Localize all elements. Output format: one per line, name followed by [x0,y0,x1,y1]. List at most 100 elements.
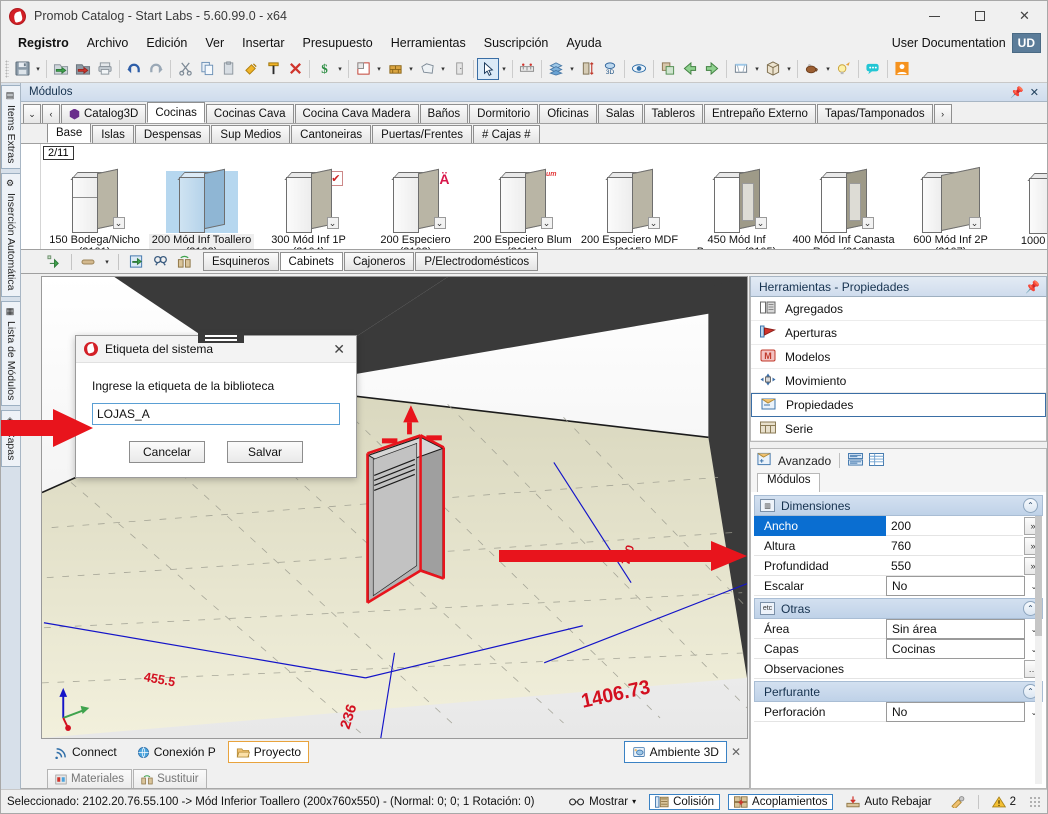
light-icon[interactable] [833,58,855,80]
expand-marker-icon[interactable]: ⌄ [754,217,767,229]
property-row-escalar[interactable]: Escalar No ⌄ [754,576,1043,596]
copy-icon[interactable] [196,58,218,80]
module-thumbnail[interactable]: ⌄ 450 Mód Inf Basurero (2105) [683,149,790,249]
undo-icon[interactable] [123,58,145,80]
delete-icon[interactable] [284,58,306,80]
menu-item-ver[interactable]: Ver [196,33,233,53]
duplicate-icon[interactable] [657,58,679,80]
color-swatch-icon[interactable] [78,252,100,272]
property-row-profundidad[interactable]: Profundidad 550 » [754,556,1043,576]
perspective-icon[interactable] [730,58,752,80]
property-value[interactable]: Cocinas [886,639,1025,659]
tool-item-propiedades[interactable]: Propiedades [751,393,1046,417]
print-icon[interactable] [94,58,116,80]
replace-icon[interactable] [173,252,195,272]
property-value[interactable]: 200 [886,516,1023,536]
user-badge[interactable]: UD [1011,33,1041,53]
tab-cocina-cava-madera[interactable]: Cocina Cava Madera [294,104,419,123]
export-icon[interactable] [125,252,147,272]
tab-entrepano-externo[interactable]: Entrepaño Externo [703,104,816,123]
property-value[interactable]: No [886,576,1025,596]
tool-item-aperturas[interactable]: Aperturas [751,321,1046,345]
height-icon[interactable] [577,58,599,80]
save-icon[interactable] [11,58,33,80]
next-icon[interactable] [701,58,723,80]
pointer-caret-icon[interactable]: ▾ [499,65,509,73]
module-thumbnail[interactable]: ⌄ 150 Bodega/Nicho (2101) [41,149,148,249]
property-row-altura[interactable]: Altura 760 » [754,536,1043,556]
property-row-observaciones[interactable]: Observaciones … [754,659,1043,679]
module-thumbnail[interactable]: blum ⌄ 200 Especiero Blum (2114) [469,149,576,249]
subtab-islas[interactable]: Islas [92,125,134,143]
tab-cabinets[interactable]: Cabinets [279,252,343,271]
tab-ambiente-3d[interactable]: Ambiente 3D [623,741,727,763]
user-documentation[interactable]: User Documentation UD [892,33,1047,53]
couplings-button[interactable]: Acoplamientos [728,793,834,810]
paste-icon[interactable] [218,58,240,80]
property-value[interactable] [886,659,1023,679]
save-caret-icon[interactable]: ▾ [33,65,43,73]
collapse-icon[interactable]: ⌃ [1023,498,1038,513]
close-icon[interactable]: ✕ [1030,86,1039,99]
tool-item-movimiento[interactable]: Movimiento [751,369,1046,393]
box-icon[interactable] [762,58,784,80]
tab-banos[interactable]: Baños [419,104,469,123]
expand-marker-icon[interactable]: ⌄ [433,217,446,229]
open-green-icon[interactable] [50,58,72,80]
chevron-down-icon[interactable]: ▾ [632,797,636,806]
module-thumbnail[interactable]: 1000 Mód (211 [1004,149,1047,247]
subtab-cantoneiras[interactable]: Cantoneiras [291,125,372,143]
scrollbar-thumb[interactable] [1035,516,1042,636]
subtab-despensas[interactable]: Despensas [134,125,211,143]
expand-marker-icon[interactable]: ⌄ [112,217,125,229]
show-button[interactable]: Mostrar ▾ [564,795,641,809]
tabs-dropdown-button[interactable]: ⌄ [23,104,41,123]
tool-item-agregados[interactable]: Agregados [751,297,1046,321]
view3d-icon[interactable]: 3D [599,58,621,80]
prev-icon[interactable] [679,58,701,80]
module-thumbnail[interactable]: Ä ⌄ 200 Especiero (2103) [362,149,469,249]
tabs-prev-button[interactable]: ‹ [42,104,60,123]
tab-catalog3d[interactable]: Catalog3D [61,104,147,123]
format-painter-icon[interactable] [240,58,262,80]
eye-icon[interactable] [628,58,650,80]
module-thumbnail[interactable]: ⌄ 600 Mód Inf 2P (2107) [897,149,1004,249]
tab-oficinas[interactable]: Oficinas [539,104,597,123]
wall-icon[interactable] [384,58,406,80]
environment-caret-icon[interactable]: ▾ [374,65,384,73]
tab-cocinas[interactable]: Cocinas [147,102,205,123]
cancel-button[interactable]: Cancelar [129,441,205,463]
open-red-icon[interactable] [72,58,94,80]
tab-proyecto[interactable]: Proyecto [227,741,310,763]
find-icon[interactable] [149,252,171,272]
toolbar-grip[interactable] [5,59,9,78]
wall-caret-icon[interactable]: ▾ [406,65,416,73]
module-thumbnail[interactable]: ⌄ 200 Especiero MDF (2115) [576,149,683,249]
warning-indicator[interactable]: 2 [987,795,1021,809]
resize-grip[interactable] [1029,795,1041,808]
render-icon[interactable] [801,58,823,80]
expand-marker-icon[interactable]: ⌄ [968,217,981,229]
tab-tapas-tamponados[interactable]: Tapas/Tamponados [816,104,933,123]
module-thumbnail[interactable]: ✔ ⌄ 300 Mód Inf 1P (2104) [255,149,362,249]
save-button[interactable]: Salvar [227,441,303,463]
tab-conexion-p[interactable]: Conexión P [129,741,224,763]
expand-marker-icon[interactable]: ⌄ [861,217,874,229]
menu-item-ayuda[interactable]: Ayuda [557,33,610,53]
pin-icon[interactable]: 📌 [1010,86,1024,99]
maximize-button[interactable] [957,1,1002,31]
tab-cocinas-cava[interactable]: Cocinas Cava [205,104,294,123]
tool-item-modelos[interactable]: M Modelos [751,345,1046,369]
tabs-next-button[interactable]: › [933,104,952,123]
tab-materiales[interactable]: Materiales [47,769,133,788]
grid-view-icon[interactable] [869,452,885,469]
expand-marker-icon[interactable]: ⌄ [647,217,660,229]
property-group-perfurante[interactable]: Perfurante ⌃ [754,681,1043,702]
auto-rebate-button[interactable]: Auto Rebajar [841,795,936,809]
property-row-capas[interactable]: Capas Cocinas ⌄ [754,639,1043,659]
library-label-input[interactable] [92,403,340,425]
property-value[interactable]: No [886,702,1025,722]
tab-sustituir[interactable]: Sustituir [133,769,207,788]
environment-icon[interactable] [352,58,374,80]
layers-caret-icon[interactable]: ▾ [567,65,577,73]
